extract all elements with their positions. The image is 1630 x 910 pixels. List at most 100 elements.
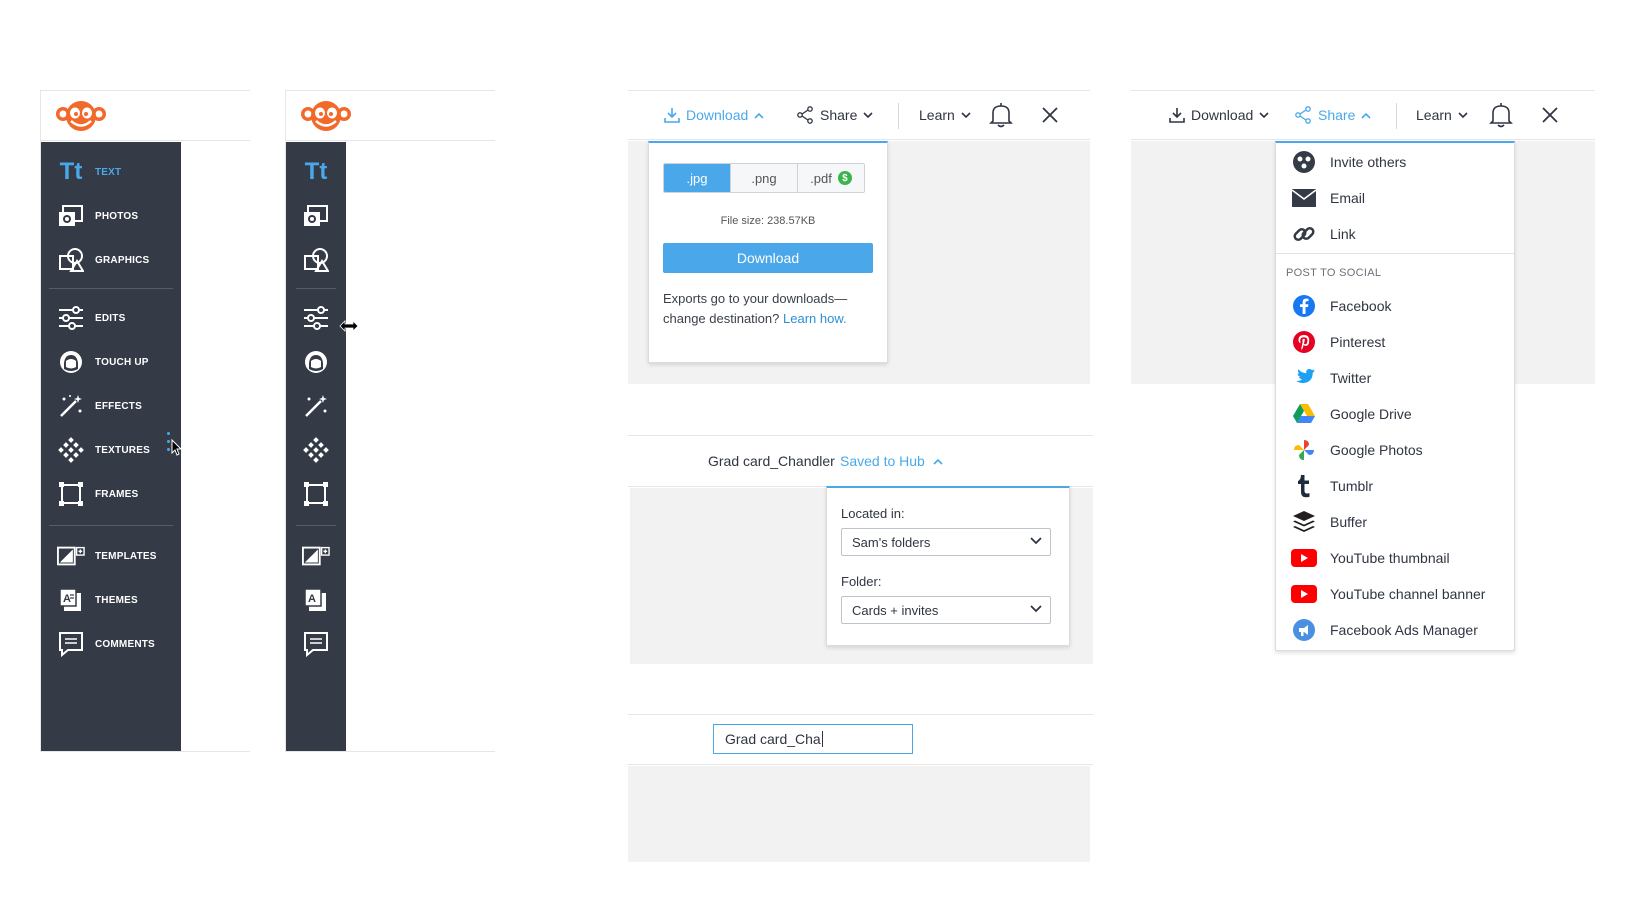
format-pdf-option[interactable]: .pdf $: [798, 164, 864, 192]
frames-icon: [57, 480, 85, 508]
share-invite-others[interactable]: Invite others: [1276, 145, 1406, 179]
sidebar-item-label: TEXTURES: [95, 444, 150, 456]
notifications-button[interactable]: [989, 91, 1013, 139]
learn-menu-button[interactable]: Learn: [913, 91, 971, 139]
sidebar-item-label: COMMENTS: [95, 638, 155, 650]
sidebar-item-label: TEXT: [95, 166, 122, 178]
sidebar-item-label: PHOTOS: [95, 210, 139, 222]
buffer-icon: [1290, 508, 1318, 536]
learn-label: Learn: [1416, 107, 1452, 123]
save-location-dropdown: Located in: Sam's folders Folder: Cards …: [826, 486, 1070, 646]
bell-icon: [989, 102, 1013, 128]
share-item-label: Invite others: [1330, 154, 1407, 170]
youtube-icon: [1290, 544, 1318, 572]
share-facebook[interactable]: Facebook: [1276, 289, 1391, 323]
svg-text:A: A: [308, 593, 316, 605]
sidebar-item-text[interactable]: Tt TEXT: [41, 154, 121, 190]
located-in-select[interactable]: Sam's folders: [841, 528, 1051, 556]
sidebar-item-effects[interactable]: EFFECTS: [41, 388, 142, 424]
sidebar-item-graphics[interactable]: [286, 242, 330, 278]
sidebar-item-photos[interactable]: PHOTOS: [41, 198, 138, 234]
share-youtube-channel-banner[interactable]: YouTube channel banner: [1276, 577, 1485, 611]
chevron-up-icon: [933, 458, 943, 465]
divider: [296, 288, 336, 289]
google-drive-icon: [1290, 400, 1318, 428]
sidebar-item-edits[interactable]: [286, 300, 330, 336]
sidebar: Tt A: [286, 142, 346, 752]
share-item-label: YouTube channel banner: [1330, 586, 1486, 602]
share-pinterest[interactable]: Pinterest: [1276, 325, 1385, 359]
sidebar-item-frames[interactable]: FRAMES: [41, 476, 138, 512]
sidebar-item-touch-up[interactable]: [286, 344, 330, 380]
sidebar: Tt TEXT PHOTOS GRAPHICS EDITS TOUCH UP E…: [41, 142, 181, 752]
download-button[interactable]: Download: [663, 243, 873, 273]
picmonkey-logo-icon[interactable]: [300, 99, 352, 133]
sidebar-item-edits[interactable]: EDITS: [41, 300, 125, 336]
sidebar-item-themes[interactable]: A: [286, 582, 330, 618]
sidebar-item-label: FRAMES: [95, 488, 139, 500]
format-png-option[interactable]: .png: [731, 164, 798, 192]
email-icon: [1290, 184, 1318, 212]
chevron-down-icon: [1030, 537, 1042, 545]
share-email[interactable]: Email: [1276, 181, 1365, 215]
download-menu-button[interactable]: Download: [664, 91, 764, 139]
sidebar-item-comments[interactable]: [286, 626, 330, 662]
share-menu-button[interactable]: Share: [1294, 91, 1371, 139]
share-youtube-thumbnail[interactable]: YouTube thumbnail: [1276, 541, 1450, 575]
share-item-label: Tumblr: [1330, 478, 1374, 494]
sidebar-item-templates[interactable]: TEMPLATES: [41, 538, 157, 574]
notifications-button[interactable]: [1489, 91, 1513, 139]
format-jpg-option[interactable]: .jpg: [664, 164, 731, 192]
divider: [1396, 103, 1397, 129]
sidebar-item-photos[interactable]: [286, 198, 330, 234]
logo-row: [286, 91, 495, 141]
sidebar-item-textures[interactable]: TEXTURES: [41, 432, 150, 468]
share-google-drive[interactable]: Google Drive: [1276, 397, 1412, 431]
mouse-cursor-icon: [171, 439, 183, 457]
rename-input[interactable]: Grad card_Cha: [713, 724, 913, 754]
file-size-text: File size: 238.57KB: [720, 215, 816, 227]
folder-select[interactable]: Cards + invites: [841, 596, 1051, 624]
rename-input-value: Grad card_Cha: [725, 731, 821, 747]
themes-icon: A: [57, 586, 85, 614]
download-label: Download: [1191, 107, 1254, 123]
learn-menu-button[interactable]: Learn: [1410, 91, 1468, 139]
sidebar-item-frames[interactable]: [286, 476, 330, 512]
sidebar-item-textures[interactable]: [286, 432, 330, 468]
sidebar-item-graphics[interactable]: GRAPHICS: [41, 242, 149, 278]
picmonkey-logo-icon[interactable]: [55, 99, 107, 133]
share-twitter[interactable]: Twitter: [1276, 361, 1371, 395]
share-label: Share: [1318, 107, 1356, 123]
close-button[interactable]: [1541, 91, 1559, 139]
share-item-label: Twitter: [1330, 370, 1372, 386]
sidebar-item-text[interactable]: Tt: [286, 154, 330, 190]
effects-icon: [302, 392, 330, 420]
close-button[interactable]: [1041, 91, 1059, 139]
document-name[interactable]: Grad card_Chandler: [708, 453, 835, 469]
sidebar-item-label: EFFECTS: [95, 400, 142, 412]
share-item-label: Google Drive: [1330, 406, 1412, 422]
canvas-area: [628, 766, 1090, 862]
premium-badge: $: [837, 171, 852, 185]
learn-how-link[interactable]: Learn how.: [783, 311, 847, 326]
share-tumblr[interactable]: Tumblr: [1276, 469, 1373, 503]
comments-icon: [57, 630, 85, 658]
sidebar-item-effects[interactable]: [286, 388, 330, 424]
chevron-up-icon: [754, 112, 764, 119]
share-buffer[interactable]: Buffer: [1276, 505, 1367, 539]
sidebar-item-templates[interactable]: [286, 538, 330, 574]
chevron-up-icon: [1361, 112, 1371, 119]
saved-status-button[interactable]: Saved to Hub: [840, 453, 943, 469]
share-item-label: Email: [1330, 190, 1366, 206]
sidebar-item-comments[interactable]: COMMENTS: [41, 626, 155, 662]
share-menu-button[interactable]: Share: [796, 91, 873, 139]
share-facebook-ads-manager[interactable]: Facebook Ads Manager: [1276, 613, 1478, 647]
share-link[interactable]: Link: [1276, 217, 1356, 251]
svg-text:A: A: [63, 593, 71, 605]
pinterest-icon: [1290, 328, 1318, 356]
download-menu-button[interactable]: Download: [1169, 91, 1269, 139]
sidebar-item-touch-up[interactable]: TOUCH UP: [41, 344, 149, 380]
sidebar-item-themes[interactable]: A THEMES: [41, 582, 138, 618]
share-google-photos[interactable]: Google Photos: [1276, 433, 1423, 467]
download-icon: [1169, 107, 1185, 123]
